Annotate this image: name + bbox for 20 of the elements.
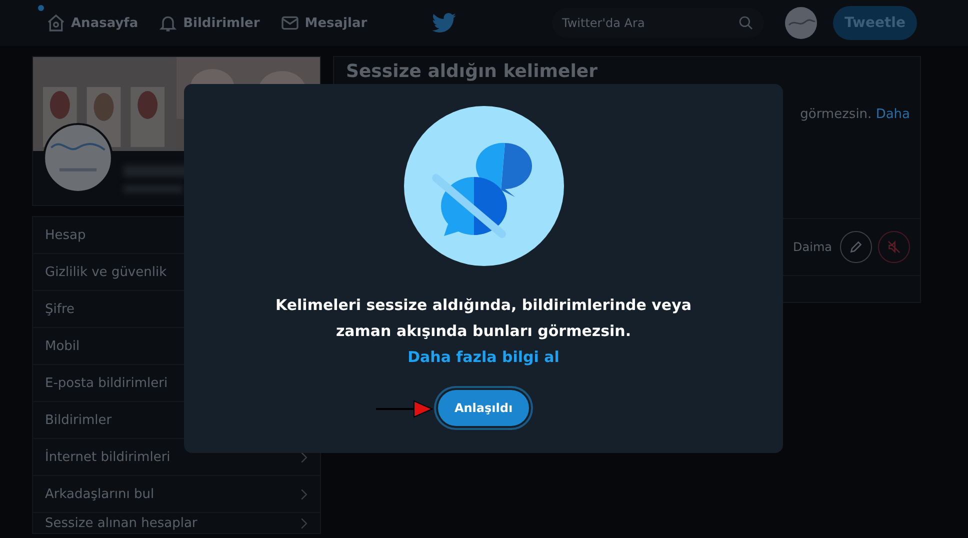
nav-tab[interactable]: Bildirimler bbox=[158, 13, 260, 33]
bird-icon[interactable] bbox=[432, 13, 456, 33]
learn-more-link[interactable]: Daha fazla bilgi al bbox=[408, 348, 560, 366]
pencil-icon bbox=[848, 239, 864, 255]
muted-speaker-icon bbox=[886, 239, 902, 255]
nav-tab[interactable]: Mesajlar bbox=[280, 13, 368, 33]
edit-button[interactable] bbox=[840, 231, 872, 263]
unmute-button[interactable] bbox=[878, 231, 910, 263]
search-field[interactable]: Twitter'da Ara bbox=[552, 8, 764, 38]
nav-tab[interactable]: Anasayfa bbox=[46, 13, 138, 33]
got-it-button[interactable]: Anlaşıldı bbox=[438, 390, 529, 426]
search-icon bbox=[738, 15, 754, 31]
duration-label: Daima bbox=[793, 240, 832, 254]
avatar[interactable] bbox=[785, 7, 817, 39]
home-icon bbox=[46, 13, 66, 33]
learn-more-link[interactable]: Daha bbox=[876, 107, 910, 122]
menu-item[interactable]: Sessize alınan hesaplar bbox=[33, 513, 320, 533]
menu-item[interactable]: Arkadaşlarını bul bbox=[33, 476, 320, 513]
muted-chat-icon bbox=[404, 106, 564, 266]
page-title: Sessize aldığın kelimeler bbox=[346, 61, 598, 83]
